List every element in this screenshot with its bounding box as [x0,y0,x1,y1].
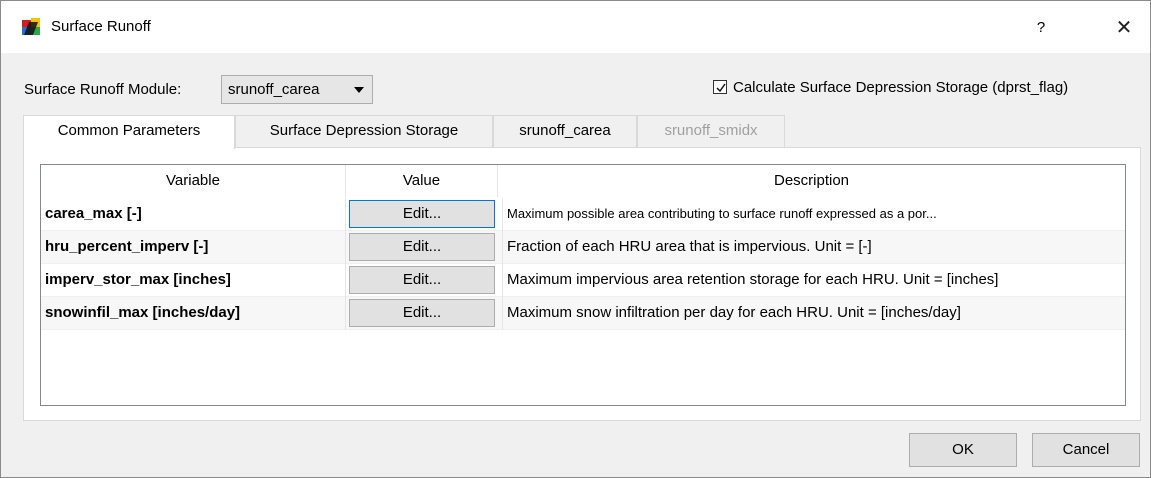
dprst-checkbox[interactable]: Calculate Surface Depression Storage (dp… [713,78,1068,100]
variable-cell: snowinfil_max [inches/day] [45,304,241,321]
tab-srunoff-carea[interactable]: srunoff_carea [493,115,637,148]
table-row: snowinfil_max [inches/day] Edit... Maxim… [41,297,1125,330]
cancel-button[interactable]: Cancel [1032,433,1140,467]
variable-cell: carea_max [-] [45,205,142,222]
edit-button[interactable]: Edit... [349,233,495,261]
table-row: carea_max [-] Edit... Maximum possible a… [41,198,1125,231]
tab-srunoff-smidx: srunoff_smidx [637,115,785,148]
edit-button[interactable]: Edit... [349,266,495,294]
common-parameters-panel: Variable Value Description carea_max [-]… [23,147,1141,421]
close-button[interactable]: ✕ [1104,13,1144,43]
variable-cell: hru_percent_imperv [-] [45,238,209,255]
edit-button[interactable]: Edit... [349,200,495,228]
app-icon [21,17,43,37]
module-label: Surface Runoff Module: [24,81,182,98]
dropdown-caret-icon [354,87,364,93]
tab-common-parameters[interactable]: Common Parameters [23,115,235,149]
table-row: imperv_stor_max [inches] Edit... Maximum… [41,264,1125,297]
dprst-checkbox-label: Calculate Surface Depression Storage (dp… [733,79,1069,96]
ok-button[interactable]: OK [909,433,1017,467]
help-button[interactable]: ? [1021,13,1061,43]
tab-surface-depression-storage[interactable]: Surface Depression Storage [235,115,493,148]
checkbox-checked-icon[interactable] [713,80,727,94]
window-title: Surface Runoff [51,18,151,35]
module-select-value: srunoff_carea [228,81,320,98]
description-cell: Maximum impervious area retention storag… [502,264,1124,297]
title-bar: Surface Runoff ? ✕ [1,1,1150,53]
column-header-variable[interactable]: Variable [41,165,346,197]
variable-cell: imperv_stor_max [inches] [45,271,231,288]
module-select[interactable]: srunoff_carea [221,75,373,104]
description-cell: Maximum possible area contributing to su… [502,198,1124,231]
parameters-table: Variable Value Description carea_max [-]… [40,164,1126,406]
description-cell: Maximum snow infiltration per day for ea… [502,297,1124,330]
edit-button[interactable]: Edit... [349,299,495,327]
column-header-description[interactable]: Description [498,165,1125,197]
surface-runoff-dialog: Surface Runoff ? ✕ Surface Runoff Module… [0,0,1151,478]
column-header-value[interactable]: Value [346,165,498,197]
description-cell: Fraction of each HRU area that is imperv… [502,231,1124,264]
table-row: hru_percent_imperv [-] Edit... Fraction … [41,231,1125,264]
table-header: Variable Value Description [41,165,1125,197]
